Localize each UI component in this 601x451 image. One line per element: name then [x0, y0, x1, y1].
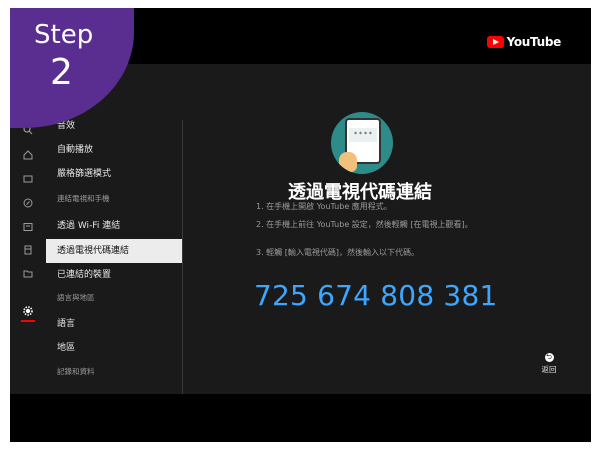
menu-item-restricted-mode[interactable]: 嚴格篩選模式: [46, 162, 182, 186]
gear-icon[interactable]: [21, 306, 35, 320]
menu-item-region[interactable]: 地區: [46, 336, 182, 360]
step-number: 2: [50, 52, 73, 93]
tv-code: 725 674 808 381: [254, 279, 498, 312]
instruction-step-1: 1. 在手機上開啟 YouTube 應用程式。: [256, 202, 392, 211]
home-icon[interactable]: [21, 150, 35, 164]
screen-frame: Step 2 YouTube 音效 自動播放 嚴格篩選模式 連結電視和手機 透過…: [10, 8, 591, 442]
menu-item-language[interactable]: 語言: [46, 312, 182, 336]
back-label: 返回: [541, 365, 557, 374]
menu-item-link-wifi[interactable]: 透過 Wi-Fi 連結: [46, 214, 182, 238]
youtube-logo-text: YouTube: [506, 35, 562, 49]
menu-heading-language-region: 語言與地區: [57, 293, 95, 302]
youtube-play-icon: [486, 36, 504, 48]
youtube-logo: YouTube: [486, 35, 562, 49]
phone-screen: * * * *: [349, 128, 377, 142]
menu-heading-history-data: 記錄和資料: [57, 367, 95, 376]
instruction-step-3: 3. 輕觸 [輸入電視代碼]，然後輸入以下代碼。: [256, 248, 419, 257]
hand-icon: [339, 152, 357, 172]
folder-icon[interactable]: [21, 269, 35, 283]
back-button[interactable]: ⮌ 返回: [537, 353, 561, 375]
menu-heading-link-devices: 連結電視和手機: [57, 194, 110, 203]
instruction-step-2: 2. 在手機上前往 YouTube 設定，然後輕觸 [在電視上觀看]。: [256, 220, 473, 229]
subscriptions-icon[interactable]: [21, 174, 35, 188]
library-icon[interactable]: [21, 222, 35, 236]
clip-icon[interactable]: [21, 245, 35, 259]
back-icon: ⮌: [544, 353, 554, 362]
menu-item-linked-devices[interactable]: 已連結的裝置: [46, 263, 182, 287]
menu-item-autoplay[interactable]: 自動播放: [46, 138, 182, 162]
menu-item-link-tv-code[interactable]: 透過電視代碼連結: [46, 239, 182, 263]
menu-divider: [182, 120, 183, 394]
active-indicator: [21, 320, 35, 322]
explore-icon[interactable]: [21, 198, 35, 212]
phone-illustration: * * * *: [331, 112, 393, 174]
step-label: Step: [34, 20, 94, 50]
